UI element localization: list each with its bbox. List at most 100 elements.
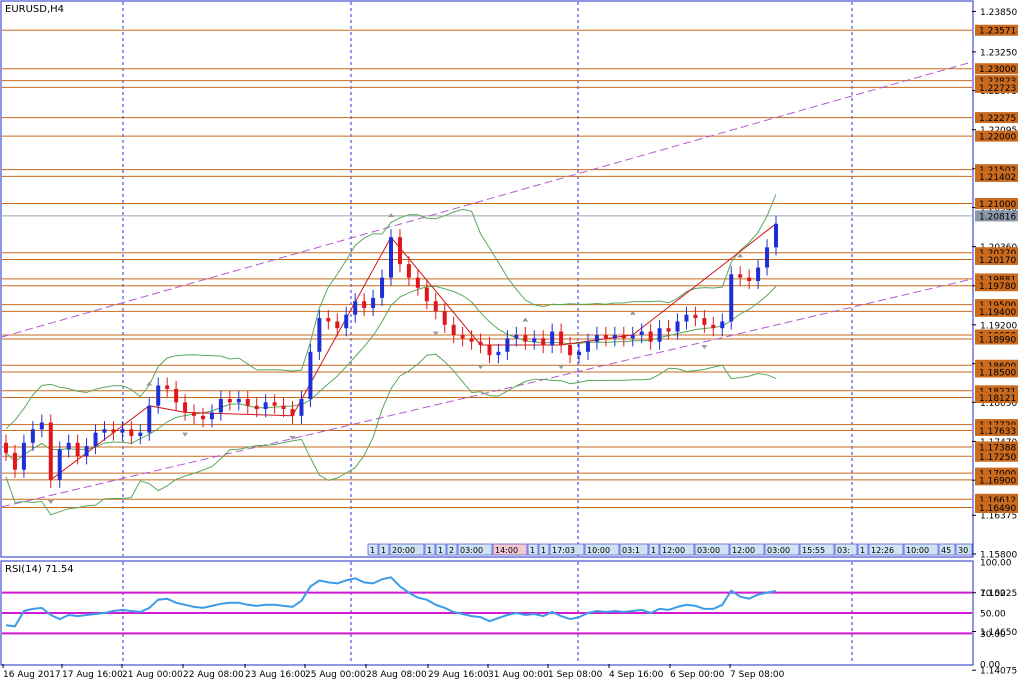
candle-body [514,334,519,339]
trade-tag-text: 03:00 [767,546,790,555]
price-chart[interactable]: 1.238501.232501.226751.220951.215151.209… [0,0,1024,683]
trade-tag-text: 45 [941,546,951,555]
candle-body [568,345,573,356]
trade-tag-text: 1 [860,546,865,555]
candle-body [57,449,62,480]
candle-body [371,297,376,308]
candle-body [603,334,608,339]
trade-tag-text: 10:00 [906,546,929,555]
rsi-tick-label: 30.00 [980,630,1006,640]
candle-body [192,412,197,416]
rsi-title: RSI(14) 71.54 [5,564,74,575]
rsi-tick-label: 0.00 [980,661,1000,671]
candle-body [684,314,689,322]
candle-body [389,237,393,278]
trade-tag-text: 03:1 [622,546,640,555]
level-tag-text: 1.22000 [979,133,1016,143]
trade-tag-text: 03:00 [697,546,720,555]
candle-body [156,385,161,406]
level-tag-text: 1.19400 [979,308,1016,318]
trade-tag-text: 12:00 [732,546,755,555]
candle-body [84,446,89,457]
candle-body [209,412,214,420]
level-tag-text: 1.19780 [979,282,1016,292]
candle-body [720,321,725,329]
candle-body [451,324,456,335]
time-label: 22 Aug 08:00 [183,670,244,680]
time-label: 6 Sep 00:00 [670,670,725,680]
trade-tag-text: 1 [381,546,386,555]
candle-body [21,442,26,470]
candle-body [48,422,53,480]
candle-body [406,264,411,278]
symbol-title: EURUSD,H4 [5,4,64,15]
candle-body [487,345,492,356]
trade-tag-text: 1 [530,546,535,555]
trade-tag-text: 1 [427,546,432,555]
candle-body [523,334,528,342]
time-label: 25 Aug 00:00 [305,670,366,680]
trade-tag-text: 2 [449,546,454,555]
candle-body [729,274,734,322]
candle-body [496,351,501,356]
time-label: 31 Aug 00:00 [488,670,549,680]
candle-body [702,318,707,325]
level-tag-text: 1.23000 [979,65,1016,75]
time-axis: 16 Aug 2017 17 Aug 16:00 21 Aug 00:00 22 Au… [2,664,785,680]
level-tag-text: 1.17250 [979,453,1016,463]
trade-time-strip: 1 1 20:00 1 1 2 03:00 14:00 1 1 17:03 10:00 03:1 1 12:… [367,543,973,556]
candle-body [174,388,179,403]
candle-body [738,274,743,278]
price-tick-label: 1.23850 [980,8,1017,18]
trade-tag-text: 1 [651,546,656,555]
candle-body [478,341,483,346]
price-tick-label: 1.23250 [980,48,1017,58]
trade-tag-text: 12:26 [871,546,894,555]
candle-body [138,432,143,437]
time-label: 1 Sep 08:00 [548,670,603,680]
candle-body [675,321,680,332]
time-label: 23 Aug 16:00 [245,670,306,680]
time-label: 17 Aug 16:00 [62,670,123,680]
trade-tag-text: 1 [541,546,546,555]
candle-body [397,237,402,265]
candle-body [433,301,438,312]
trade-tag-text: 12:00 [662,546,685,555]
rsi-tick-label: 70.00 [980,589,1006,599]
candle-body [75,442,80,457]
candle-body [272,402,277,406]
candle-body [639,331,644,335]
candle-body [254,405,259,410]
rsi-tick-label: 50.00 [980,610,1006,620]
candle-body [263,402,268,410]
time-label: 28 Aug 08:00 [366,670,427,680]
level-tag-text: 1.20170 [979,256,1016,266]
candle-body [326,318,331,322]
candle-body [353,301,358,315]
candle-body [594,334,599,342]
candle-body [469,338,474,342]
candle-body [245,398,250,406]
candle-body [147,405,152,433]
trade-tag-text: 15:55 [802,546,825,555]
candle-body [541,338,546,346]
candle-body [559,331,564,346]
candle-body [362,301,367,308]
candle-body [129,429,134,437]
trade-tag-text: 20:00 [392,546,415,555]
candle-body [621,334,626,339]
candle-body [756,267,761,282]
level-tag-text: 1.18990 [979,335,1016,345]
time-label: 4 Sep 16:00 [609,670,664,680]
candle-body [66,442,71,450]
trade-tag-text: 10:00 [587,546,610,555]
candle-body [4,442,8,453]
level-tag-text: 1.16900 [979,476,1016,486]
candle-body [218,398,223,413]
candle-body [200,415,205,420]
candle-body [505,338,510,352]
candle-body [415,277,420,288]
candle-body [317,318,322,352]
candle-body [39,422,44,430]
candle-body [460,334,465,339]
